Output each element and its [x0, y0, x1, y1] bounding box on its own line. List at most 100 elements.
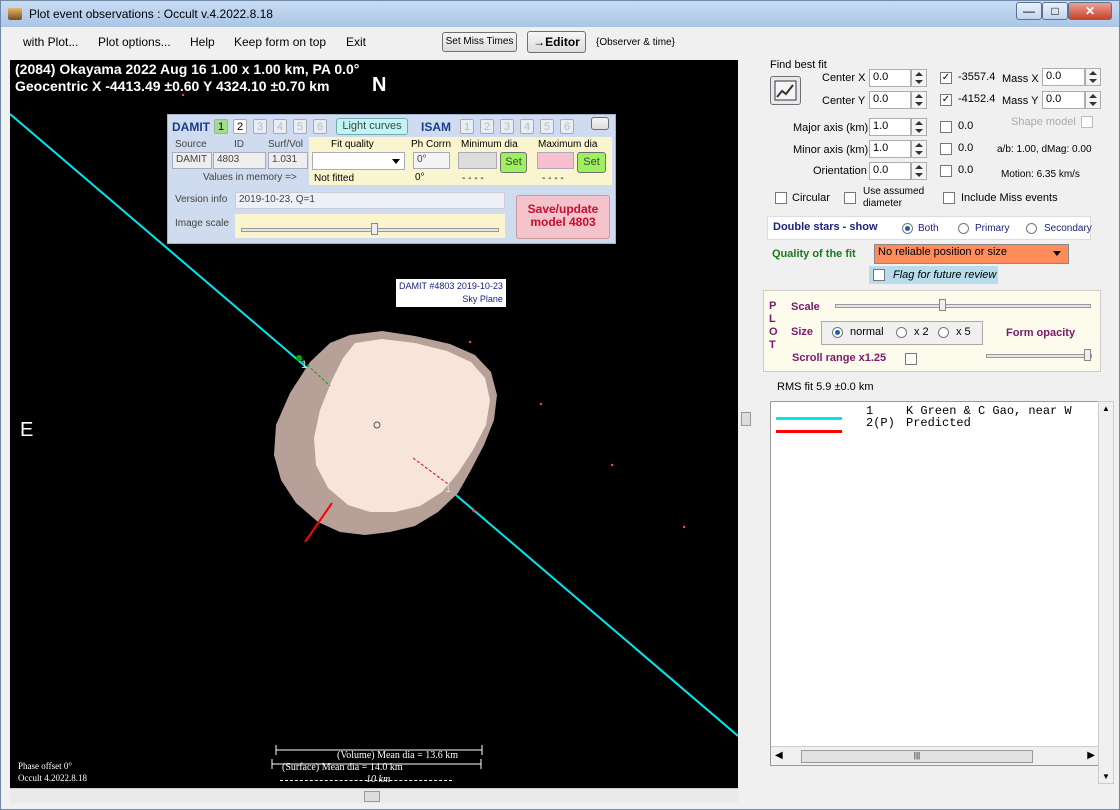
damit-model-6-button[interactable]: 6	[313, 119, 327, 134]
menu-plot-options[interactable]: Plot options...	[98, 35, 171, 49]
splitter-handle[interactable]	[741, 412, 751, 426]
mass-y-input[interactable]: 0.0	[1042, 91, 1085, 109]
horizontal-scroll-thumb[interactable]	[364, 791, 380, 802]
isam-model-4-button[interactable]: 4	[520, 119, 534, 134]
image-scale-thumb[interactable]	[371, 223, 378, 235]
save-update-model-button[interactable]: Save/update model 4803	[516, 195, 610, 239]
splitter[interactable]	[739, 60, 753, 788]
size-normal-radio[interactable]	[832, 327, 843, 338]
scroll-right-icon[interactable]: ▶	[1087, 750, 1095, 761]
image-scale-track[interactable]	[241, 228, 499, 232]
orientation-input[interactable]: 0.0	[869, 162, 911, 180]
star-point	[682, 525, 686, 529]
damit-model-5-button[interactable]: 5	[293, 119, 307, 134]
damit-panel-close-button[interactable]	[591, 117, 609, 130]
editor-button[interactable]: →Editor	[527, 31, 586, 53]
min-dia-field[interactable]	[458, 152, 497, 169]
scroll-down-icon[interactable]: ▼	[1102, 772, 1110, 781]
form-opacity-thumb[interactable]	[1084, 349, 1091, 361]
plot-scale-track[interactable]	[835, 304, 1091, 308]
damit-model-3-button[interactable]: 3	[253, 119, 267, 134]
minor-axis-checkbox[interactable]	[940, 143, 952, 155]
both-radio[interactable]	[902, 223, 913, 234]
size-x2-radio[interactable]	[896, 327, 907, 338]
menu-help[interactable]: Help	[190, 35, 215, 49]
max-dia-field[interactable]	[537, 152, 574, 169]
horizontal-scrollbar[interactable]	[10, 788, 738, 803]
major-axis-spinner[interactable]	[911, 118, 927, 136]
mass-x-spinner[interactable]	[1085, 68, 1101, 86]
circular-checkbox[interactable]	[775, 192, 787, 204]
flag-review-checkbox[interactable]	[873, 269, 885, 281]
secondary-radio[interactable]	[1026, 223, 1037, 234]
star-point	[610, 463, 614, 467]
light-curves-button[interactable]: Light curves	[336, 118, 408, 135]
plot-canvas[interactable]: (2084) Okayama 2022 Aug 16 1.00 x 1.00 k…	[10, 60, 738, 788]
flag-review-box: Flag for future review	[869, 266, 998, 284]
major-axis-label: Major axis (km)	[793, 122, 869, 134]
mass-x-input[interactable]: 0.0	[1042, 68, 1085, 86]
asteroid-shape-lit	[314, 339, 490, 512]
orientation-spinner[interactable]	[911, 162, 927, 180]
scroll-left-icon[interactable]: ◀	[775, 750, 783, 761]
fit-chart-icon	[774, 80, 797, 101]
scroll-range-checkbox[interactable]	[905, 353, 917, 365]
legend-hscroll-thumb[interactable]: |||	[801, 750, 1033, 763]
mass-y-spinner[interactable]	[1085, 91, 1101, 109]
shape-model-checkbox[interactable]	[1081, 116, 1093, 128]
major-axis-checkbox[interactable]	[940, 121, 952, 133]
image-scale-label: Image scale	[175, 218, 229, 229]
use-assumed-checkbox[interactable]	[844, 192, 856, 204]
primary-radio[interactable]	[958, 223, 969, 234]
isam-model-1-button[interactable]: 1	[460, 119, 474, 134]
orientation-checkbox[interactable]	[940, 165, 952, 177]
center-x-checkbox[interactable]: ✓	[940, 72, 952, 84]
fit-quality-dropdown[interactable]	[312, 152, 405, 170]
find-best-fit-button[interactable]	[770, 76, 801, 105]
isam-model-2-button[interactable]: 2	[480, 119, 494, 134]
center-y-input[interactable]: 0.0	[869, 91, 911, 109]
damit-model-4-button[interactable]: 4	[273, 119, 287, 134]
include-miss-checkbox[interactable]	[943, 192, 955, 204]
form-opacity-track[interactable]	[986, 354, 1092, 358]
size-x2-label: x 2	[914, 326, 929, 338]
isam-model-3-button[interactable]: 3	[500, 119, 514, 134]
set-max-dia-button[interactable]: Set	[577, 152, 606, 173]
center-x-spinner[interactable]	[911, 69, 927, 87]
menu-keep-on-top[interactable]: Keep form on top	[234, 35, 326, 49]
set-min-dia-button[interactable]: Set	[500, 152, 527, 173]
minimize-icon[interactable]: —	[1016, 2, 1042, 20]
quality-dropdown[interactable]: No reliable position or size	[874, 244, 1069, 264]
menu-exit[interactable]: Exit	[346, 35, 366, 49]
center-y-checkbox[interactable]: ✓	[940, 94, 952, 106]
surface-dia-label: (Surface) Mean dia = 14.0 km	[282, 762, 403, 773]
damit-model-2-button[interactable]: 2	[233, 119, 247, 134]
center-x-input[interactable]: 0.0	[869, 69, 911, 87]
model-label: DAMIT #4803 2019-10-23 Sky Plane	[396, 279, 506, 307]
source-field: DAMIT	[172, 152, 212, 169]
set-miss-times-button[interactable]: Set Miss Times	[442, 32, 517, 52]
plot-header-line1: (2084) Okayama 2022 Aug 16 1.00 x 1.00 k…	[15, 61, 360, 77]
scroll-up-icon[interactable]: ▲	[1102, 404, 1110, 413]
quality-label: Quality of the fit	[772, 248, 856, 260]
center-y-spinner[interactable]	[911, 91, 927, 109]
legend-vscrollbar[interactable]: ▲ ▼	[1098, 401, 1114, 784]
major-axis-input[interactable]: 1.0	[869, 118, 911, 136]
model-label-text: DAMIT #4803 2019-10-23	[399, 281, 503, 291]
menu-with-plot[interactable]: with Plot...	[23, 35, 78, 49]
damit-model-1-button[interactable]: 1	[214, 119, 228, 134]
sky-plane-label: Sky Plane	[462, 294, 503, 304]
id-header: ID	[234, 139, 244, 150]
chord-number-label: 1	[445, 483, 452, 495]
plot-scale-thumb[interactable]	[939, 299, 946, 311]
minor-axis-input[interactable]: 1.0	[869, 140, 911, 158]
legend-hscrollbar[interactable]: ◀ ||| ▶	[771, 746, 1099, 765]
isam-model-6-button[interactable]: 6	[560, 119, 574, 134]
close-icon[interactable]: ✕	[1068, 2, 1112, 20]
version-info-field: 2019-10-23, Q=1	[235, 192, 505, 209]
center-y-label: Center Y	[822, 95, 866, 107]
maximize-icon[interactable]: □	[1042, 2, 1068, 20]
isam-model-5-button[interactable]: 5	[540, 119, 554, 134]
size-x5-radio[interactable]	[938, 327, 949, 338]
minor-axis-spinner[interactable]	[911, 140, 927, 158]
